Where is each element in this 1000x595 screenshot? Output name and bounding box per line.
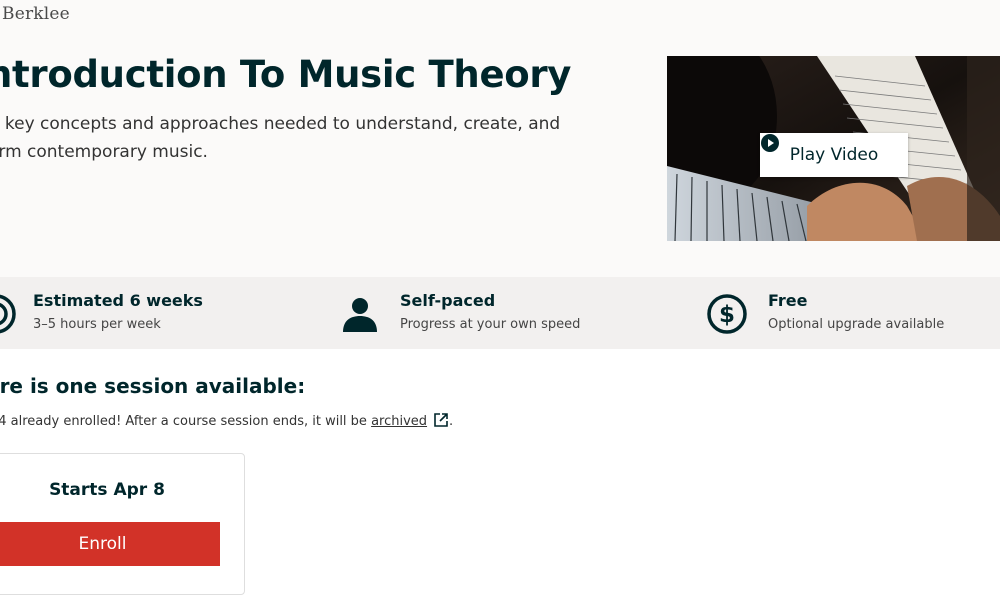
course-title: ntroduction To Music Theory <box>0 53 572 96</box>
course-subtitle: rn key concepts and approaches needed to… <box>0 110 592 166</box>
session-card: Starts Apr 8 Enroll <box>0 453 245 595</box>
play-video-label: Play Video <box>789 145 879 165</box>
dollar-icon: $ <box>707 294 747 334</box>
course-hero: Berklee ntroduction To Music Theory rn k… <box>0 0 1000 277</box>
fact-price: $ Free Optional upgrade available <box>706 277 1000 349</box>
fact-duration: Estimated 6 weeks 3–5 hours per week <box>0 277 300 349</box>
fact-pacing-title: Self-paced <box>400 291 496 310</box>
enrollment-note: 54 already enrolled! After a course sess… <box>0 412 453 429</box>
fact-pacing: Self-paced Progress at your own speed <box>340 277 660 349</box>
target-icon <box>0 294 16 334</box>
sessions-heading: ere is one session available: <box>0 374 306 398</box>
enrollment-note-period: . <box>449 414 454 429</box>
video-preview[interactable]: Play Video <box>667 56 1000 241</box>
fact-price-detail: Optional upgrade available <box>768 317 945 332</box>
fact-duration-title: Estimated 6 weeks <box>33 291 203 310</box>
play-circle-icon <box>761 134 779 152</box>
person-icon <box>343 298 377 332</box>
play-video-button[interactable]: Play Video <box>760 133 908 177</box>
course-subtitle-line-2: form contemporary music. <box>0 142 208 162</box>
archived-link[interactable]: archived <box>371 414 427 429</box>
fact-price-title: Free <box>768 291 808 310</box>
external-link-icon[interactable] <box>433 412 449 428</box>
course-facts-bar: Estimated 6 weeks 3–5 hours per week Sel… <box>0 277 1000 349</box>
course-subtitle-line-1: rn key concepts and approaches needed to… <box>0 114 561 134</box>
brand-logo[interactable]: Berklee <box>2 4 70 24</box>
svg-text:$: $ <box>719 302 735 328</box>
fact-pacing-detail: Progress at your own speed <box>400 317 581 332</box>
enroll-button[interactable]: Enroll <box>0 522 220 566</box>
enrollment-note-text: 54 already enrolled! After a course sess… <box>0 414 367 429</box>
fact-duration-detail: 3–5 hours per week <box>33 317 161 332</box>
session-start-date: Starts Apr 8 <box>49 480 165 500</box>
